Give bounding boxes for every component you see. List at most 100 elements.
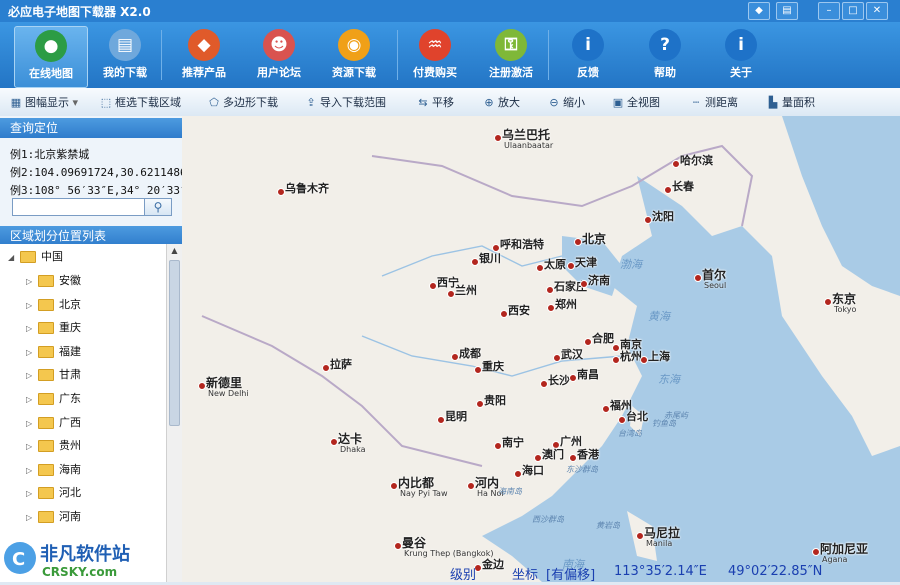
tree-item[interactable]: ▷ 海南	[26, 459, 81, 481]
tree-item[interactable]: ▷ 河南	[26, 506, 81, 528]
status-latitude: 49°02′22.85″N	[728, 564, 823, 579]
city-sub-label: Seoul	[704, 281, 727, 290]
toolbar-button-5[interactable]: ♒ 付费购买	[399, 26, 471, 86]
close-button[interactable]: ✕	[866, 2, 888, 20]
map-tool-5[interactable]: ⊕ 放大	[483, 94, 520, 110]
collapsed-arrow-icon[interactable]: ▷	[26, 507, 38, 529]
full-view-icon: ▣	[612, 96, 624, 109]
toolbar-separator	[161, 30, 162, 80]
collapsed-arrow-icon[interactable]: ▷	[26, 271, 38, 293]
city-marker-icon	[390, 482, 398, 490]
scrollbar-thumb[interactable]	[169, 260, 180, 426]
expanded-arrow-icon[interactable]: ◢	[8, 247, 20, 269]
map-tool-4[interactable]: ⇆ 平移	[417, 94, 454, 110]
toolbar-button-label: 在线地图	[29, 67, 73, 80]
city-label: 拉萨	[330, 358, 352, 371]
sea-label: 东海	[658, 373, 680, 386]
skin-icon[interactable]: ◆	[748, 2, 770, 20]
map-tool-7[interactable]: ▣ 全视图	[612, 94, 660, 110]
toolbar-button-8[interactable]: ? 帮助	[629, 26, 701, 86]
tree-item[interactable]: ▷ 甘肃	[26, 364, 81, 386]
city-label: 沈阳	[652, 210, 674, 223]
sea-label: 钓鱼岛	[652, 419, 676, 428]
map-tool-9[interactable]: ▙ 量面积	[767, 94, 815, 110]
tree-item-label: 北京	[59, 297, 81, 311]
city-marker-icon	[644, 216, 652, 224]
map-tool-1[interactable]: ⬚ 框选下载区域	[100, 94, 181, 110]
search-icon[interactable]: ⚲	[144, 199, 171, 215]
zoom-in-icon: ⊕	[484, 96, 494, 109]
map-tool-0[interactable]: ▦ 图幅显示 ▾	[10, 94, 78, 110]
collapsed-arrow-icon[interactable]: ▷	[26, 460, 38, 482]
watermark-graphic: C 非凡软件站 CRSKY.com	[4, 542, 130, 579]
collapsed-arrow-icon[interactable]: ▷	[26, 365, 38, 387]
tree-item[interactable]: ▷ 河北	[26, 482, 81, 504]
maximize-button[interactable]: □	[842, 2, 864, 20]
map-tool-6[interactable]: ⊖ 缩小	[548, 94, 585, 110]
map-tool-8[interactable]: ┄ 测距离	[690, 94, 738, 110]
toolbar-button-3[interactable]: ☻ 用户论坛	[243, 26, 315, 86]
city-marker-icon	[451, 353, 459, 361]
minimize-button[interactable]: –	[818, 2, 840, 20]
menu-icon[interactable]: ▤	[776, 2, 798, 20]
map-tool-3[interactable]: ⇪ 导入下载范围	[305, 94, 386, 110]
watermark-cn: 非凡软件站	[40, 543, 130, 565]
map-tool-label: 平移	[432, 96, 454, 109]
tree-item[interactable]: ▷ 重庆	[26, 317, 81, 339]
tree-item[interactable]: ▷ 广西	[26, 412, 81, 434]
tree-item-label: 中国	[41, 250, 63, 263]
collapsed-arrow-icon[interactable]: ▷	[26, 342, 38, 364]
city-label: 南昌	[577, 368, 599, 381]
map-tool-2[interactable]: ⬠ 多边形下载	[208, 94, 278, 110]
collapsed-arrow-icon[interactable]: ▷	[26, 295, 38, 317]
folder-icon	[38, 416, 54, 429]
tree-item[interactable]: ▷ 广东	[26, 388, 81, 410]
map-view[interactable]: 乌兰巴托 Ulaanbaatar 哈尔滨 长春 乌鲁木齐 沈阳 呼和浩特 北京 银川 太原 天津 首尔…	[182, 116, 900, 582]
city-marker-icon	[546, 286, 554, 294]
tree-item[interactable]: ▷ 安徽	[26, 270, 81, 292]
cubes-icon: ◆	[188, 29, 220, 61]
toolbar-button-4[interactable]: ◉ 资源下载	[318, 26, 390, 86]
city-marker-icon	[322, 364, 330, 372]
sea-label: 黄岩岛	[596, 521, 620, 530]
toolbar-button-7[interactable]: i 反馈	[552, 26, 624, 86]
tree-root-china[interactable]: ◢ 中国	[8, 246, 63, 268]
toolbar-button-label: 资源下载	[332, 66, 376, 79]
tree-item-label: 安徽	[59, 274, 81, 287]
chevron-down-icon[interactable]: ▾	[69, 96, 78, 109]
collapsed-arrow-icon[interactable]: ▷	[26, 389, 38, 411]
toolbar-button-6[interactable]: ⚿ 注册激活	[475, 26, 547, 86]
city-marker-icon	[574, 238, 582, 246]
cart-icon: ♒	[419, 29, 451, 61]
toolbar-button-0[interactable]: ● 在线地图	[14, 26, 88, 88]
query-input[interactable]	[13, 199, 149, 215]
sea-label: 渤海	[620, 258, 642, 271]
map-tool-label: 放大	[498, 96, 520, 109]
city-marker-icon	[567, 262, 575, 270]
city-marker-icon	[534, 454, 542, 462]
map-tool-label: 框选下载区域	[115, 96, 181, 109]
toolbar-button-2[interactable]: ◆ 推荐产品	[168, 26, 240, 86]
toolbar-button-1[interactable]: ▤ 我的下载	[89, 26, 161, 86]
query-example-3: 例3:108° 56′33″E,34° 20′33″N	[10, 184, 194, 197]
city-label: 上海	[648, 350, 670, 363]
city-marker-icon	[569, 454, 577, 462]
tree-item-label: 河北	[59, 486, 81, 500]
city-marker-icon	[471, 258, 479, 266]
collapsed-arrow-icon[interactable]: ▷	[26, 483, 38, 505]
tree-item[interactable]: ▷ 福建	[26, 341, 81, 363]
city-marker-icon	[664, 186, 672, 194]
toolbar-button-9[interactable]: i 关于	[705, 26, 777, 86]
collapsed-arrow-icon[interactable]: ▷	[26, 318, 38, 340]
tree-item[interactable]: ▷ 贵州	[26, 435, 81, 457]
tree-item-label: 重庆	[59, 321, 81, 335]
tree-item[interactable]: ▷ 北京	[26, 294, 81, 316]
download-list-icon: ▤	[109, 29, 141, 61]
tree-scrollbar[interactable]: ▲	[166, 244, 182, 582]
city-sub-label: Manila	[646, 539, 673, 548]
main-toolbar: ● 在线地图 ▤ 我的下载 ◆ 推荐产品 ☻ 用户论坛 ◉ 资源下载 ♒ 付费购买 ⚿ 注册激活 i 反馈? 帮…	[0, 22, 900, 88]
collapsed-arrow-icon[interactable]: ▷	[26, 413, 38, 435]
scroll-up-icon[interactable]: ▲	[167, 244, 182, 258]
city-sub-label: New Delhi	[208, 389, 249, 398]
collapsed-arrow-icon[interactable]: ▷	[26, 436, 38, 458]
